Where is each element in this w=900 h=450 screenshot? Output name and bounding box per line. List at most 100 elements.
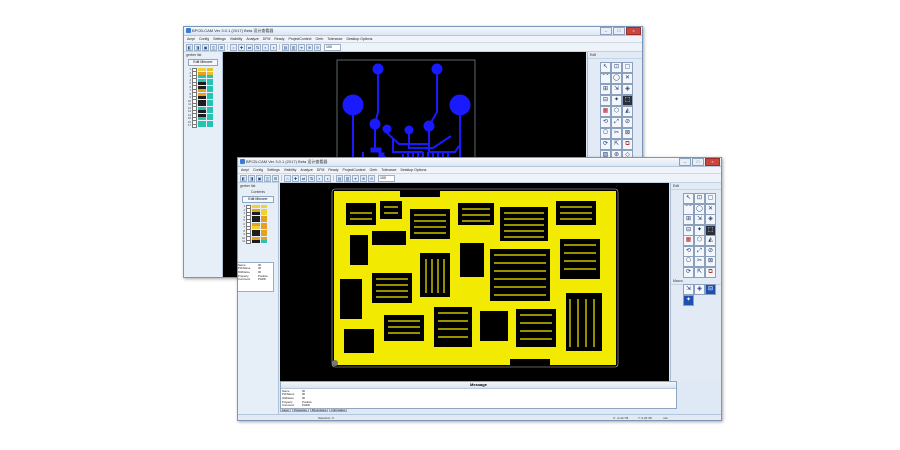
menu-item[interactable]: Ready — [274, 37, 284, 41]
macro-tool-icon[interactable]: ◈ — [694, 284, 705, 295]
macro-tool-icon[interactable]: ⇲ — [683, 284, 694, 295]
menu-item[interactable]: Settings — [213, 37, 226, 41]
close-button[interactable]: × — [626, 27, 641, 35]
toolbar-tool-icon[interactable]: ⇅ — [308, 174, 315, 182]
edit-tool-icon[interactable]: ⬡ — [694, 235, 705, 246]
edit-tool-icon[interactable]: ⊞ — [683, 214, 694, 225]
edit-tool-icon[interactable]: ⬡ — [611, 106, 622, 117]
layer-row[interactable]: 17 — [186, 123, 213, 128]
edit-tool-icon[interactable]: ▢ — [705, 193, 716, 204]
edit-tool-icon[interactable]: ⬚ — [622, 95, 633, 106]
edit-mirrorer-button[interactable]: Edit Mirrorer — [188, 59, 218, 66]
layer-color-swatch[interactable] — [206, 124, 213, 128]
macro-tool-icon[interactable]: ⊟ — [705, 284, 716, 295]
edit-tool-icon[interactable]: ⤢ — [694, 245, 705, 257]
edit-tool-icon[interactable]: ⧉ — [705, 266, 716, 278]
panel-tab[interactable]: Layer — [280, 408, 291, 412]
panel-tab[interactable]: Properties — [292, 408, 309, 412]
menu-item[interactable]: ProjectContext — [343, 168, 366, 172]
layer-row[interactable]: 11 — [240, 239, 267, 244]
menu-item[interactable]: Ampl — [241, 168, 249, 172]
toolbar-tool-icon[interactable]: ◨ — [248, 174, 255, 182]
toolbar-tool-icon[interactable]: ⌖ — [298, 43, 305, 51]
edit-tool-icon[interactable]: ◈ — [705, 214, 716, 225]
toolbar-tool-icon[interactable]: ▥ — [344, 174, 351, 182]
edit-tool-icon[interactable]: ✂ — [611, 128, 622, 139]
edit-tool-icon[interactable]: ⟲ — [683, 245, 694, 257]
edit-tool-icon[interactable]: ◯ — [611, 73, 622, 84]
menu-item[interactable]: Analyze — [300, 168, 312, 172]
toolbar-tool-icon[interactable]: ▤ — [282, 43, 289, 51]
menu-item[interactable]: Config — [253, 168, 263, 172]
edit-tool-icon[interactable]: ⇲ — [611, 84, 622, 95]
toolbar-tool-icon[interactable]: ◑ — [270, 43, 277, 51]
edit-tool-icon[interactable]: ⌒ — [683, 203, 694, 215]
edit-tool-icon[interactable]: ◯ — [694, 203, 705, 215]
toolbar-tool-icon[interactable]: ✚ — [238, 43, 245, 51]
maximize-button[interactable]: □ — [613, 27, 625, 35]
menu-item[interactable]: Gerb — [369, 168, 377, 172]
menu-item[interactable]: Visibility — [230, 37, 243, 41]
edit-tool-icon[interactable]: ⤢ — [611, 117, 622, 128]
edit-tool-icon[interactable]: ▦ — [683, 235, 694, 246]
toolbar-tool-icon[interactable]: ⇄ — [246, 43, 253, 51]
toolbar-tool-icon[interactable]: ⇅ — [254, 43, 261, 51]
menu-item[interactable]: Tolerance — [327, 37, 342, 41]
edit-tool-icon[interactable]: ⇲ — [694, 214, 705, 225]
toolbar-tool-icon[interactable]: ⊖ — [368, 174, 375, 182]
layer-visibility-checkbox[interactable] — [246, 239, 251, 244]
macro-tool-icon[interactable]: ✦ — [683, 294, 694, 306]
menu-item[interactable]: Desktop Options — [400, 168, 426, 172]
edit-tool-icon[interactable]: ▦ — [600, 106, 611, 117]
menu-item[interactable]: Ready — [328, 168, 338, 172]
toolbar-tool-icon[interactable]: ⊖ — [314, 43, 321, 51]
menu-item[interactable]: DFM — [263, 37, 271, 41]
edit-tool-icon[interactable]: ⊠ — [622, 128, 633, 139]
edit-tool-icon[interactable]: ↖ — [683, 193, 694, 204]
panel-tab[interactable]: Information — [329, 408, 348, 412]
toolbar-tool-icon[interactable]: ✚ — [292, 174, 299, 182]
edit-tool-icon[interactable]: ⟳ — [600, 139, 611, 150]
edit-tool-icon[interactable]: ⬚ — [705, 224, 716, 236]
maximize-button[interactable]: □ — [692, 158, 704, 166]
toolbar-tool-icon[interactable]: ◐ — [316, 174, 323, 182]
edit-tool-icon[interactable]: ◈ — [622, 84, 633, 95]
layer-color-swatch[interactable] — [197, 124, 206, 128]
toolbar-tool-icon[interactable]: ⊕ — [360, 174, 367, 182]
edit-tool-icon[interactable]: ⇱ — [694, 266, 705, 278]
edit-tool-icon[interactable]: ⊡ — [694, 193, 705, 204]
layer-color-swatch[interactable] — [260, 240, 267, 244]
toolbar-tool-icon[interactable]: ▣ — [202, 43, 209, 51]
toolbar-tool-icon[interactable]: ⊞ — [272, 174, 279, 182]
edit-tool-icon[interactable]: ⟳ — [683, 266, 694, 278]
edit-tool-icon[interactable]: ⊘ — [622, 117, 633, 128]
edit-tool-icon[interactable]: ✦ — [611, 95, 622, 106]
gerber-canvas[interactable] — [280, 183, 669, 381]
toolbar-tool-icon[interactable]: ⊞ — [218, 43, 225, 51]
toolbar-tool-icon[interactable]: ▥ — [290, 43, 297, 51]
menu-item[interactable]: Desktop Options — [346, 37, 372, 41]
menu-item[interactable]: Tolerance — [381, 168, 396, 172]
minimize-button[interactable]: – — [679, 158, 691, 166]
zoom-select[interactable]: 100 — [378, 174, 395, 182]
menu-item[interactable]: Visibility — [284, 168, 297, 172]
menu-item[interactable]: Settings — [267, 168, 280, 172]
panel-tab[interactable]: Dimensions — [309, 408, 329, 412]
toolbar-tool-icon[interactable]: ◧ — [240, 174, 247, 182]
toolbar-tool-icon[interactable]: ◨ — [194, 43, 201, 51]
edit-tool-icon[interactable]: ⊟ — [600, 95, 611, 106]
toolbar-tool-icon[interactable]: ⌂ — [284, 174, 291, 182]
edit-tool-icon[interactable]: ⊞ — [600, 84, 611, 95]
toolbar-tool-icon[interactable]: ◑ — [324, 174, 331, 182]
menu-item[interactable]: Analyze — [246, 37, 258, 41]
toolbar-tool-icon[interactable]: ⌖ — [352, 174, 359, 182]
edit-tool-icon[interactable]: ✂ — [694, 256, 705, 267]
menu-item[interactable]: Ampl — [187, 37, 195, 41]
edit-tool-icon[interactable]: ⊘ — [705, 245, 716, 257]
edit-tool-icon[interactable]: ⌒ — [600, 73, 611, 84]
edit-tool-icon[interactable]: ▢ — [622, 62, 633, 73]
edit-tool-icon[interactable]: ⧉ — [622, 139, 633, 150]
layer-visibility-checkbox[interactable] — [192, 123, 197, 128]
edit-tool-icon[interactable]: ◭ — [705, 235, 716, 246]
edit-tool-icon[interactable]: ⇱ — [611, 139, 622, 150]
